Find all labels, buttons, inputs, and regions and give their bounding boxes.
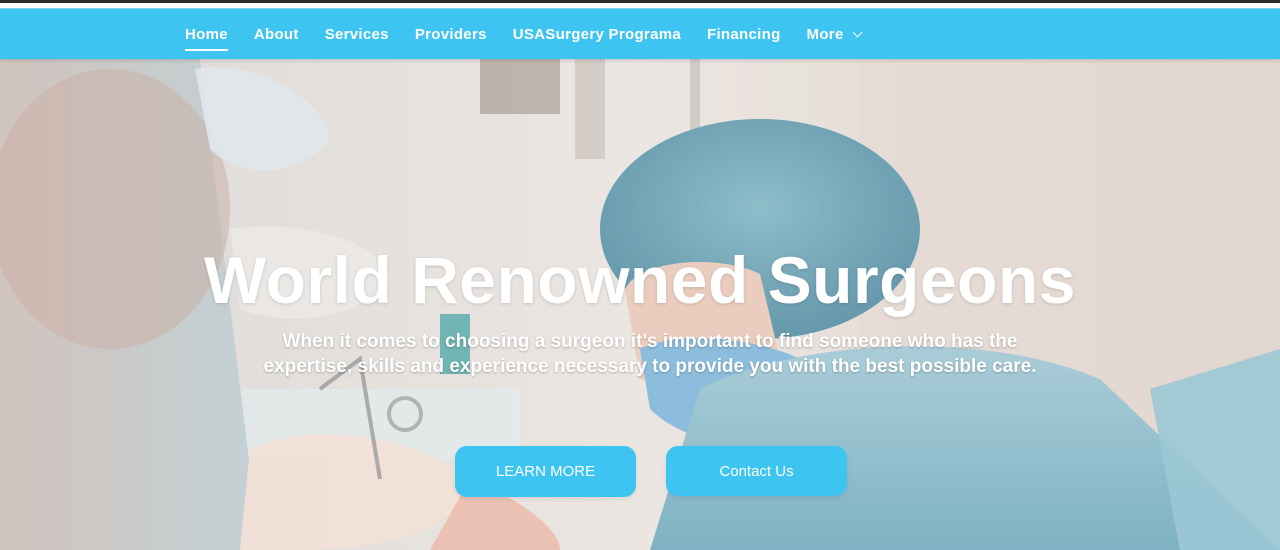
nav-item-more[interactable]: More	[806, 26, 863, 43]
chevron-down-icon	[852, 27, 863, 38]
nav-item-usasurgery-programa[interactable]: USASurgery Programa	[513, 26, 681, 43]
nav-item-label: USASurgery Programa	[512, 26, 681, 43]
nav-item-label: Financing	[707, 26, 781, 43]
contact-us-button[interactable]: Contact Us	[666, 446, 847, 496]
hero-section: World Renowned Surgeons When it comes to…	[0, 59, 1280, 550]
nav-item-home[interactable]: Home	[185, 26, 228, 51]
hero-title: World Renowned Surgeons	[204, 243, 1076, 317]
nav-item-label: Providers	[414, 26, 487, 43]
nav-item-services[interactable]: Services	[325, 26, 389, 43]
nav-item-label: About	[253, 26, 299, 43]
nav-item-label: More	[806, 26, 844, 43]
learn-more-button[interactable]: LEARN MORE	[455, 446, 636, 497]
nav-item-about[interactable]: About	[254, 26, 299, 43]
nav-item-financing[interactable]: Financing	[707, 26, 781, 43]
nav-item-providers[interactable]: Providers	[415, 26, 487, 43]
main-navbar: Home About Services Providers USASurgery…	[0, 8, 1280, 59]
top-strip	[0, 0, 1280, 8]
nav-item-label: Services	[324, 26, 389, 43]
nav-item-label: Home	[185, 26, 228, 43]
hero-subtitle: When it comes to choosing a surgeon it's…	[263, 331, 1037, 377]
page: Home About Services Providers USASurgery…	[0, 0, 1280, 550]
nav-list: Home About Services Providers USASurgery…	[185, 9, 887, 60]
